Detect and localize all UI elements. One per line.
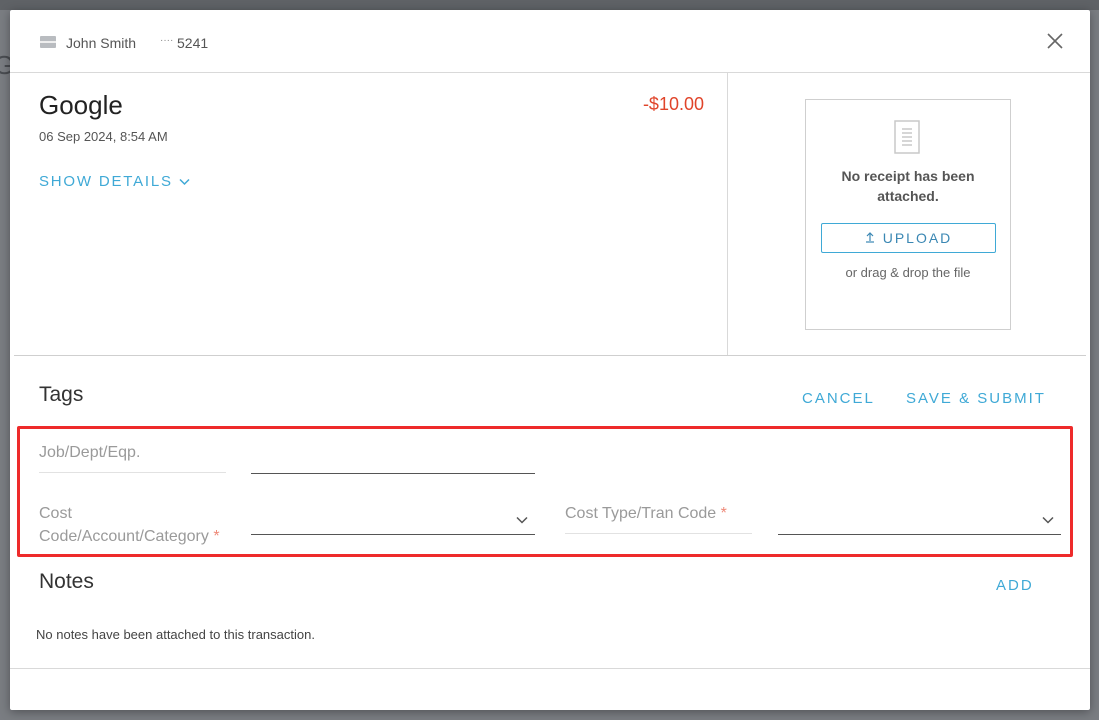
modal-header: John Smith ···· 5241 xyxy=(10,10,1090,73)
cancel-button[interactable]: CANCEL xyxy=(802,390,875,407)
required-marker: * xyxy=(720,505,727,522)
receipt-dropzone[interactable]: No receipt has been attached. UPLOAD or … xyxy=(805,99,1011,330)
required-marker: * xyxy=(213,528,220,545)
cost-code-select-underline xyxy=(251,534,535,535)
upload-arrow-icon xyxy=(865,225,875,253)
card-last4: 5241 xyxy=(177,35,209,51)
upload-label: UPLOAD xyxy=(882,230,953,246)
chevron-down-icon[interactable] xyxy=(1041,512,1055,524)
cost-code-label-line1: Cost xyxy=(39,505,72,522)
notes-heading: Notes xyxy=(39,570,94,593)
save-submit-button[interactable]: SAVE & SUBMIT xyxy=(906,390,1046,407)
card-mask: ···· xyxy=(160,35,174,46)
cost-code-label: Cost Code/Account/Category * xyxy=(39,502,220,548)
cost-type-select[interactable] xyxy=(778,512,1038,534)
cost-type-label-underline xyxy=(565,533,752,534)
cost-code-select[interactable] xyxy=(251,512,511,534)
add-note-button[interactable]: ADD xyxy=(996,577,1034,594)
transaction-datetime: 06 Sep 2024, 8:54 AM xyxy=(39,129,168,144)
notes-empty-message: No notes have been attached to this tran… xyxy=(36,627,315,642)
job-dept-eqp-label: Job/Dept/Eqp. xyxy=(39,444,141,461)
section-divider xyxy=(14,355,1086,356)
close-icon xyxy=(1047,33,1063,49)
show-details-label: SHOW DETAILS xyxy=(39,173,173,190)
close-button[interactable] xyxy=(1044,30,1066,52)
job-dept-eqp-input-underline xyxy=(251,473,535,474)
upload-button[interactable]: UPLOAD xyxy=(821,223,996,253)
tags-heading: Tags xyxy=(39,383,84,406)
footer-divider xyxy=(10,668,1090,669)
chevron-down-icon[interactable] xyxy=(515,512,529,524)
document-icon xyxy=(894,120,920,154)
show-details-toggle[interactable]: SHOW DETAILS xyxy=(39,173,190,190)
transaction-amount: -$10.00 xyxy=(642,94,704,114)
merchant-name: Google xyxy=(39,90,123,120)
cost-type-label-text: Cost Type/Tran Code xyxy=(565,505,717,522)
job-dept-eqp-input[interactable] xyxy=(251,450,539,474)
cost-code-label-line2: Code/Account/Category xyxy=(39,528,209,545)
cardholder-name: John Smith xyxy=(66,35,137,51)
drag-drop-hint: or drag & drop the file xyxy=(845,265,971,280)
cost-type-label: Cost Type/Tran Code * xyxy=(565,502,727,525)
no-receipt-message: No receipt has been attached. xyxy=(841,168,975,204)
credit-card-icon xyxy=(40,36,56,48)
chevron-down-icon xyxy=(179,173,190,190)
job-dept-eqp-label-underline xyxy=(39,472,226,473)
transaction-modal: John Smith ···· 5241 Google -$10.00 06 S… xyxy=(10,10,1090,710)
cost-type-select-underline xyxy=(778,534,1061,535)
backdrop-top-bar xyxy=(0,0,1099,10)
